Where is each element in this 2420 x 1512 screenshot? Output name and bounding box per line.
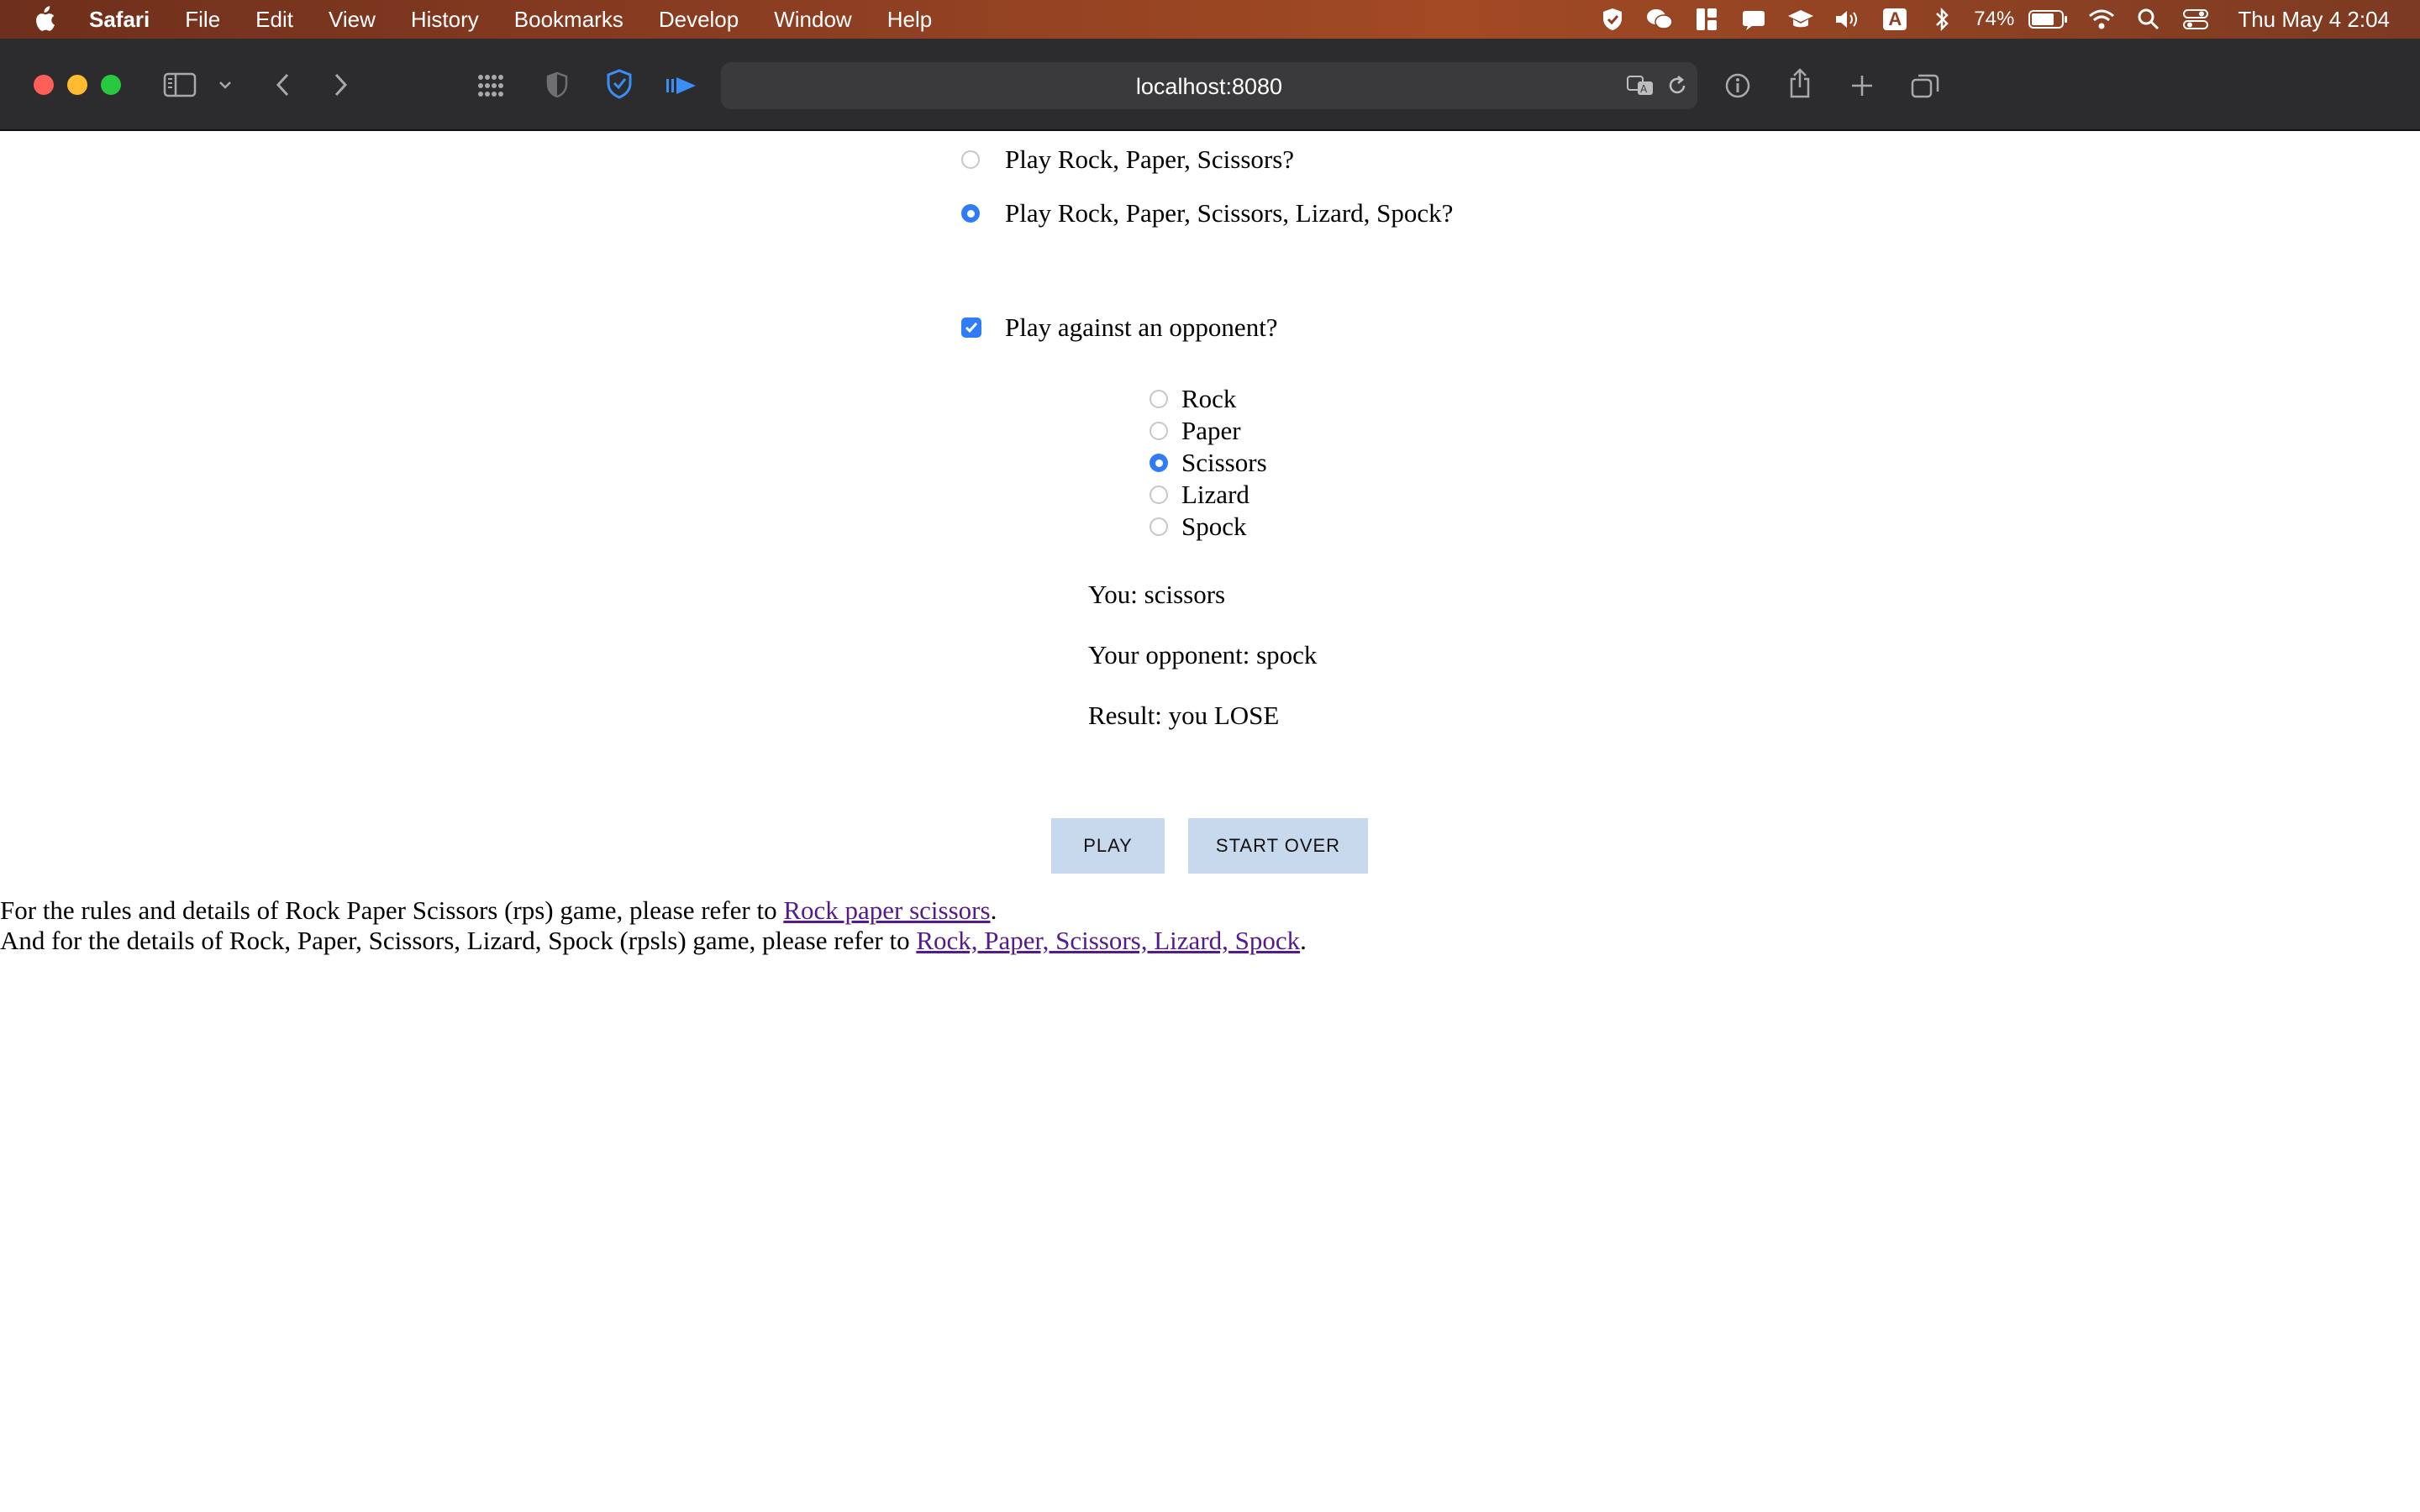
- battery-icon[interactable]: [2028, 7, 2069, 32]
- start-over-button[interactable]: START OVER: [1188, 818, 1368, 874]
- move-radio-lizard[interactable]: [1150, 486, 1168, 504]
- move-option-lizard[interactable]: Lizard: [1150, 479, 1249, 511]
- menu-help[interactable]: Help: [887, 7, 932, 33]
- result-text: Result: you LOSE: [1088, 701, 1280, 730]
- mode-label-rpsls: Play Rock, Paper, Scissors, Lizard, Spoc…: [1005, 198, 1454, 228]
- apple-logo-icon[interactable]: [32, 6, 55, 33]
- menu-bookmarks[interactable]: Bookmarks: [514, 7, 623, 33]
- menu-view[interactable]: View: [329, 7, 376, 33]
- menu-history[interactable]: History: [411, 7, 479, 33]
- shield-icon[interactable]: [1598, 7, 1627, 32]
- move-radio-scissors[interactable]: [1150, 454, 1168, 472]
- opponent-move-text: Your opponent: spock: [1088, 640, 1318, 669]
- widget-icon[interactable]: [1692, 7, 1721, 32]
- url-text: localhost:8080: [1135, 74, 1283, 99]
- back-icon[interactable]: [267, 69, 297, 101]
- rpsls-link[interactable]: Rock, Paper, Scissors, Lizard, Spock: [916, 926, 1300, 955]
- battery-percent: 74%: [1974, 8, 2015, 30]
- blue-shield-icon[interactable]: [603, 67, 635, 101]
- browser-toolbar: localhost:8080 A: [0, 39, 2420, 131]
- move-option-paper[interactable]: Paper: [1150, 415, 1241, 447]
- translate-icon[interactable]: A: [1625, 72, 1657, 99]
- playback-icon[interactable]: [664, 72, 699, 99]
- opponent-option[interactable]: Play against an opponent?: [961, 307, 1278, 348]
- new-tab-icon[interactable]: [1847, 71, 1877, 101]
- menu-window[interactable]: Window: [774, 7, 851, 33]
- info-icon[interactable]: [1723, 71, 1753, 101]
- menu-safari[interactable]: Safari: [89, 7, 150, 33]
- input-source-letter: A: [1883, 8, 1907, 30]
- rules-suffix-rps: .: [990, 895, 997, 925]
- status-area: A 74% Thu May 4 2:04: [1589, 0, 2420, 39]
- move-option-scissors[interactable]: Scissors: [1150, 447, 1267, 479]
- mode-label-rps: Play Rock, Paper, Scissors?: [1005, 144, 1295, 174]
- rules-suffix-rpsls: .: [1300, 926, 1307, 955]
- reload-icon[interactable]: [1664, 72, 1691, 99]
- mode-option-rps[interactable]: Play Rock, Paper, Scissors?: [961, 139, 1294, 180]
- move-label-lizard: Lizard: [1181, 480, 1249, 509]
- input-source-icon[interactable]: A: [1881, 7, 1909, 32]
- move-radio-rock[interactable]: [1150, 390, 1168, 408]
- move-label-spock: Spock: [1181, 512, 1247, 541]
- sidebar-icon[interactable]: [161, 71, 198, 99]
- mode-radio-rps[interactable]: [961, 150, 980, 169]
- graduation-cap-icon[interactable]: [1786, 7, 1815, 32]
- menu-develop[interactable]: Develop: [659, 7, 739, 33]
- notification-icon[interactable]: [1739, 7, 1768, 32]
- tabs-overview-icon[interactable]: [1909, 71, 1941, 101]
- address-bar[interactable]: localhost:8080 A: [721, 62, 1697, 109]
- rules-line-rps: For the rules and details of Rock Paper …: [0, 895, 997, 926]
- wifi-icon[interactable]: [2087, 7, 2116, 32]
- move-label-paper: Paper: [1181, 416, 1241, 445]
- move-label-rock: Rock: [1181, 384, 1237, 413]
- svg-text:A: A: [1640, 83, 1648, 95]
- share-icon[interactable]: [1785, 66, 1815, 101]
- opponent-checkbox[interactable]: [961, 318, 981, 338]
- window-close-button[interactable]: [34, 75, 54, 95]
- window-minimize-button[interactable]: [67, 75, 87, 95]
- rules-line-rpsls: And for the details of Rock, Paper, Scis…: [0, 926, 1307, 956]
- opponent-label: Play against an opponent?: [1005, 312, 1278, 342]
- wechat-icon[interactable]: [1645, 7, 1674, 32]
- forward-icon[interactable]: [326, 69, 356, 101]
- macos-menu-bar: Safari File Edit View History Bookmarks …: [0, 0, 2420, 39]
- move-radio-spock[interactable]: [1150, 517, 1168, 536]
- web-page: Play Rock, Paper, Scissors? Play Rock, P…: [0, 131, 2420, 1512]
- rps-link[interactable]: Rock paper scissors: [783, 895, 990, 925]
- control-center-icon[interactable]: [2181, 7, 2210, 32]
- spotlight-icon[interactable]: [2134, 7, 2163, 32]
- mode-option-rpsls[interactable]: Play Rock, Paper, Scissors, Lizard, Spoc…: [961, 193, 1453, 234]
- menu-clock[interactable]: Thu May 4 2:04: [2238, 7, 2390, 33]
- menu-edit[interactable]: Edit: [255, 7, 293, 33]
- privacy-shield-icon[interactable]: [543, 69, 571, 101]
- volume-icon[interactable]: [1833, 7, 1862, 32]
- chevron-down-icon[interactable]: [215, 74, 235, 96]
- menu-file[interactable]: File: [185, 7, 220, 33]
- grid-icon[interactable]: [474, 71, 508, 101]
- move-radio-paper[interactable]: [1150, 422, 1168, 440]
- move-option-spock[interactable]: Spock: [1150, 511, 1247, 543]
- move-label-scissors: Scissors: [1181, 448, 1267, 477]
- mode-radio-rpsls[interactable]: [961, 204, 980, 223]
- bluetooth-icon[interactable]: [1928, 7, 1956, 32]
- menu-items: Safari File Edit View History Bookmarks …: [89, 0, 967, 39]
- rules-prefix-rps: For the rules and details of Rock Paper …: [0, 895, 784, 925]
- window-zoom-button[interactable]: [101, 75, 121, 95]
- checkmark-icon: [965, 323, 978, 333]
- your-move-text: You: scissors: [1088, 580, 1226, 609]
- move-option-rock[interactable]: Rock: [1150, 383, 1236, 415]
- rules-prefix-rpsls: And for the details of Rock, Paper, Scis…: [0, 926, 917, 955]
- play-button[interactable]: PLAY: [1051, 818, 1165, 874]
